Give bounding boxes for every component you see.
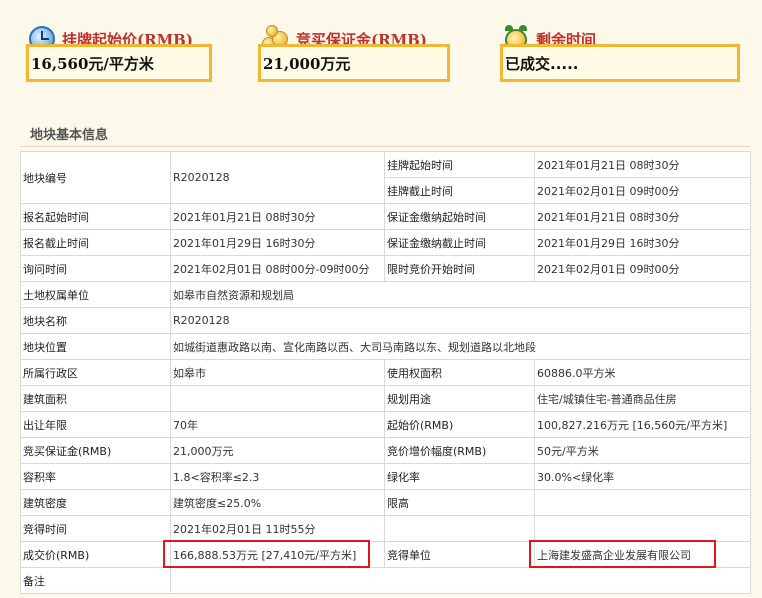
cell-value: R2020128 (170, 151, 385, 204)
table-row: 备注 (20, 567, 751, 594)
cell-value: 50元/平方米 (534, 437, 751, 464)
table-row: 所属行政区 如皋市 使用权面积 60886.0平方米 (20, 359, 751, 386)
table-row: 土地权属单位 如皋市自然资源和规划局 (20, 281, 751, 308)
deal-price-value: 166,888.53万元 [27,410元/平方米] (170, 541, 385, 568)
start-price-value: 16,560元/平方米 (26, 44, 212, 82)
remaining-time-value: 已成交..... (500, 44, 740, 82)
table-row: 地块位置 如城街道惠政路以南、宣化南路以西、大司马南路以东、规划道路以北地段 (20, 333, 751, 360)
cell-label: 地块名称 (20, 307, 171, 334)
cell-value: 30.0%<绿化率 (534, 463, 751, 490)
cell-value (170, 567, 751, 594)
cell-value (534, 515, 751, 542)
cell-label: 竞价增价幅度(RMB) (384, 437, 535, 464)
section-title: 地块基本信息 (30, 128, 109, 143)
cell-value: 2021年02月01日 09时00分 (534, 255, 751, 282)
cell-value: 2021年02月01日 09时00分 (534, 177, 751, 204)
cell-label: 报名截止时间 (20, 229, 171, 256)
cell-label: 保证金缴纳截止时间 (384, 229, 535, 256)
cell-value: 70年 (170, 411, 385, 438)
table-row: 建筑密度 建筑密度≤25.0% 限高 (20, 489, 751, 516)
table-row: 建筑面积 规划用途 住宅/城镇住宅-普通商品住房 (20, 385, 751, 412)
cell-value: 21,000万元 (170, 437, 385, 464)
cell-label: 询问时间 (20, 255, 171, 282)
cell-value: 60886.0平方米 (534, 359, 751, 386)
table-row: 容积率 1.8<容积率≤2.3 绿化率 30.0%<绿化率 (20, 463, 751, 490)
cell-value: 2021年02月01日 11时55分 (170, 515, 385, 542)
table-row: 竞买保证金(RMB) 21,000万元 竞价增价幅度(RMB) 50元/平方米 (20, 437, 751, 464)
cell-value (534, 489, 751, 516)
cell-label: 建筑面积 (20, 385, 171, 412)
cell-value: 2021年01月29日 16时30分 (170, 229, 385, 256)
cell-value: 如皋市 (170, 359, 385, 386)
table-row: 出让年限 70年 起始价(RMB) 100,827.216万元 [16,560元… (20, 411, 751, 438)
cell-value: 100,827.216万元 [16,560元/平方米] (534, 411, 751, 438)
cell-value: 2021年01月21日 08时30分 (534, 151, 751, 178)
cell-label: 出让年限 (20, 411, 171, 438)
divider (20, 146, 750, 147)
cell-label: 土地权属单位 (20, 281, 171, 308)
cell-value: 2021年01月21日 08时30分 (534, 203, 751, 230)
table-row: 成交价(RMB) 166,888.53万元 [27,410元/平方米] 竞得单位… (20, 541, 751, 568)
table-row: 竞得时间 2021年02月01日 11时55分 (20, 515, 751, 542)
cell-label: 报名起始时间 (20, 203, 171, 230)
cell-label: 绿化率 (384, 463, 535, 490)
cell-label: 限高 (384, 489, 535, 516)
cell-value: 1.8<容积率≤2.3 (170, 463, 385, 490)
cell-value: 如城街道惠政路以南、宣化南路以西、大司马南路以东、规划道路以北地段 (170, 333, 751, 360)
table-row: 报名截止时间 2021年01月29日 16时30分 保证金缴纳截止时间 2021… (20, 229, 751, 256)
cell-label: 挂牌截止时间 (384, 177, 535, 204)
summary-bar: 挂牌起始价(RMB) 16,560元/平方米 竞买保证金(RMB) 21,000… (0, 0, 762, 120)
cell-value: 住宅/城镇住宅-普通商品住房 (534, 385, 751, 412)
cell-label: 挂牌起始时间 (384, 151, 535, 178)
cell-label: 所属行政区 (20, 359, 171, 386)
cell-label: 使用权面积 (384, 359, 535, 386)
table-row: 地块名称 R2020128 (20, 307, 751, 334)
cell-label: 保证金缴纳起始时间 (384, 203, 535, 230)
cell-label: 限时竞价开始时间 (384, 255, 535, 282)
cell-value: 2021年02月01日 08时00分-09时00分 (170, 255, 385, 282)
cell-label: 地块位置 (20, 333, 171, 360)
deposit-value: 21,000万元 (258, 44, 450, 82)
cell-label: 成交价(RMB) (20, 541, 171, 568)
cell-value (170, 385, 385, 412)
cell-value: 2021年01月29日 16时30分 (534, 229, 751, 256)
winning-bidder-value: 上海建发盛高企业发展有限公司 (534, 541, 751, 568)
cell-value: 如皋市自然资源和规划局 (170, 281, 751, 308)
cell-value: 2021年01月21日 08时30分 (170, 203, 385, 230)
table-row: 地块编号 R2020128 挂牌起始时间 2021年01月21日 08时30分 (20, 151, 751, 204)
cell-value: R2020128 (170, 307, 751, 334)
cell-value: 建筑密度≤25.0% (170, 489, 385, 516)
table-row: 报名起始时间 2021年01月21日 08时30分 保证金缴纳起始时间 2021… (20, 203, 751, 230)
cell-label: 竞得单位 (384, 541, 535, 568)
cell-label: 起始价(RMB) (384, 411, 535, 438)
land-info-table: 地块编号 R2020128 挂牌起始时间 2021年01月21日 08时30分 … (20, 151, 751, 594)
cell-label: 建筑密度 (20, 489, 171, 516)
cell-label: 竞买保证金(RMB) (20, 437, 171, 464)
cell-label: 规划用途 (384, 385, 535, 412)
cell-label: 备注 (20, 567, 171, 594)
cell-label: 容积率 (20, 463, 171, 490)
cell-label (384, 515, 535, 542)
cell-label: 地块编号 (20, 151, 171, 204)
table-row: 询问时间 2021年02月01日 08时00分-09时00分 限时竞价开始时间 … (20, 255, 751, 282)
cell-label: 竞得时间 (20, 515, 171, 542)
